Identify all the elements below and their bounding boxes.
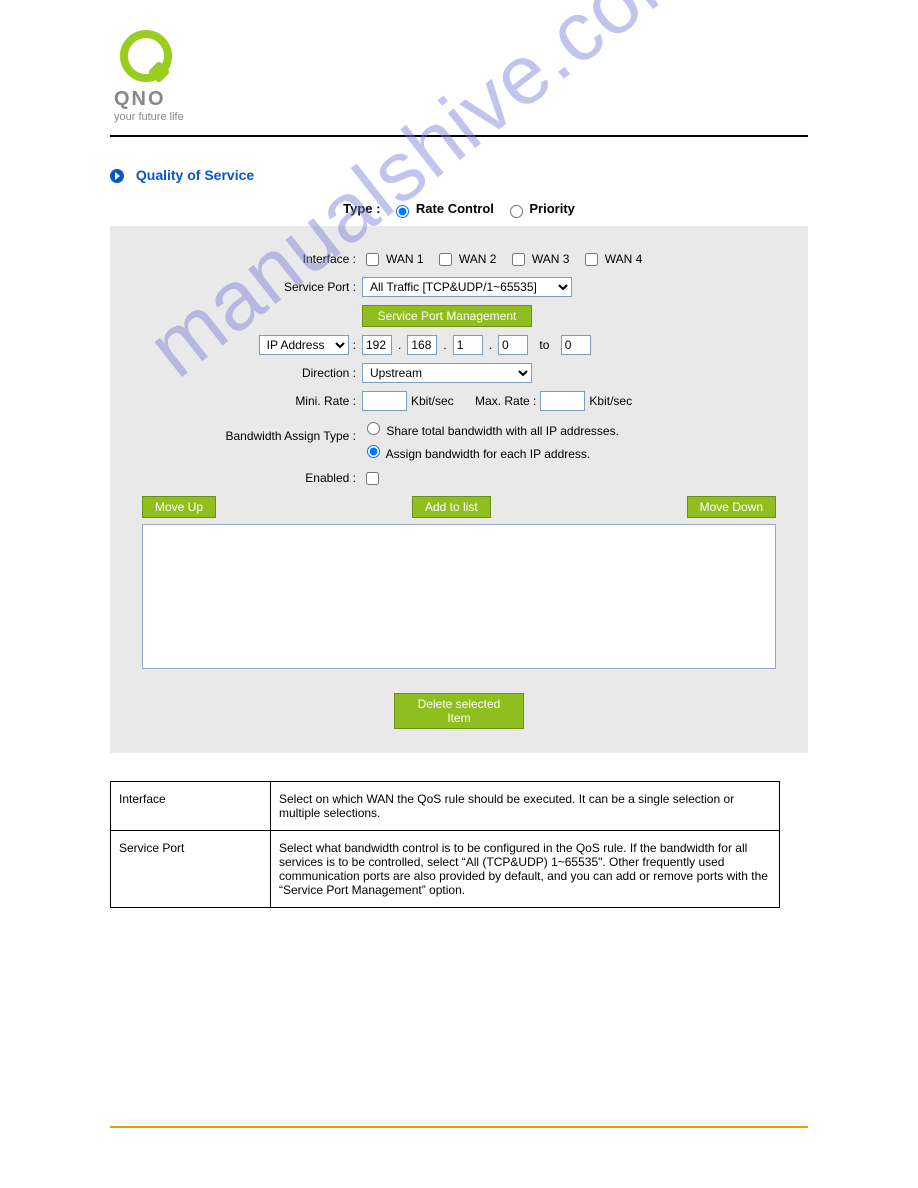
max-rate-label: Max. Rate : <box>475 394 536 408</box>
table-row: Service Port Select what bandwidth contr… <box>111 830 780 907</box>
type-rate-control-label: Rate Control <box>416 201 494 216</box>
description-table: Interface Select on which WAN the QoS ru… <box>110 781 780 908</box>
enabled-checkbox[interactable] <box>366 472 379 485</box>
ip-octet-2[interactable] <box>407 335 437 355</box>
arrow-circle-icon <box>110 169 124 183</box>
type-rate-control-radio[interactable] <box>396 205 409 218</box>
section-title-text: Quality of Service <box>136 167 254 183</box>
assign-each-label: Assign bandwidth for each IP address. <box>386 447 591 461</box>
type-priority-radio[interactable] <box>510 205 523 218</box>
service-port-management-button[interactable]: Service Port Management <box>362 305 532 327</box>
max-rate-unit: Kbit/sec <box>589 394 632 408</box>
rules-listbox[interactable] <box>142 524 776 669</box>
logo-brand: QNO <box>114 88 808 111</box>
wan4-checkbox[interactable] <box>585 253 598 266</box>
header-rule <box>110 135 808 137</box>
move-up-button[interactable]: Move Up <box>142 496 216 518</box>
table-cell-serviceport-label: Service Port <box>111 830 271 907</box>
interface-label: Interface : <box>122 252 362 266</box>
min-rate-input[interactable] <box>362 391 407 411</box>
wan3-checkbox[interactable] <box>512 253 525 266</box>
logo-icon <box>120 30 172 82</box>
logo-block: QNO your future life <box>110 30 808 123</box>
logo-tagline: your future life <box>114 111 808 123</box>
wan1-checkbox[interactable] <box>366 253 379 266</box>
wan3-label: WAN 3 <box>532 252 570 266</box>
max-rate-input[interactable] <box>540 391 585 411</box>
ip-octet-1[interactable] <box>362 335 392 355</box>
add-to-list-button[interactable]: Add to list <box>412 496 491 518</box>
assign-each-radio[interactable] <box>367 445 380 458</box>
assign-share-radio[interactable] <box>367 422 380 435</box>
min-rate-label: Mini. Rate : <box>122 394 362 408</box>
wan2-label: WAN 2 <box>459 252 497 266</box>
table-cell-interface-label: Interface <box>111 781 271 830</box>
qos-form-panel: Interface : WAN 1 WAN 2 WAN 3 WAN 4 Serv… <box>110 226 808 753</box>
bandwidth-assign-label: Bandwidth Assign Type : <box>122 419 362 443</box>
table-cell-interface-desc: Select on which WAN the QoS rule should … <box>271 781 780 830</box>
move-down-button[interactable]: Move Down <box>687 496 776 518</box>
ip-range-end[interactable] <box>561 335 591 355</box>
enabled-label: Enabled : <box>122 471 362 485</box>
wan1-label: WAN 1 <box>386 252 424 266</box>
service-port-label: Service Port : <box>122 280 362 294</box>
wan2-checkbox[interactable] <box>439 253 452 266</box>
section-title: Quality of Service <box>110 167 808 183</box>
min-rate-unit: Kbit/sec <box>411 394 454 408</box>
delete-selected-button[interactable]: Delete selected Item <box>394 693 524 729</box>
direction-select[interactable]: Upstream <box>362 363 532 383</box>
type-selector-row: Type : Rate Control Priority <box>110 201 808 218</box>
ip-octet-3[interactable] <box>453 335 483 355</box>
table-cell-serviceport-desc: Select what bandwidth control is to be c… <box>271 830 780 907</box>
type-label: Type : <box>343 201 380 216</box>
wan4-label: WAN 4 <box>605 252 643 266</box>
type-priority-label: Priority <box>529 201 575 216</box>
assign-share-label: Share total bandwidth with all IP addres… <box>386 424 619 438</box>
ip-mode-select[interactable]: IP Address <box>259 335 349 355</box>
footer-rule <box>110 1126 808 1128</box>
service-port-select[interactable]: All Traffic [TCP&UDP/1~65535] <box>362 277 572 297</box>
ip-octet-4[interactable] <box>498 335 528 355</box>
table-row: Interface Select on which WAN the QoS ru… <box>111 781 780 830</box>
direction-label: Direction : <box>122 366 362 380</box>
ip-to-label: to <box>539 338 549 352</box>
